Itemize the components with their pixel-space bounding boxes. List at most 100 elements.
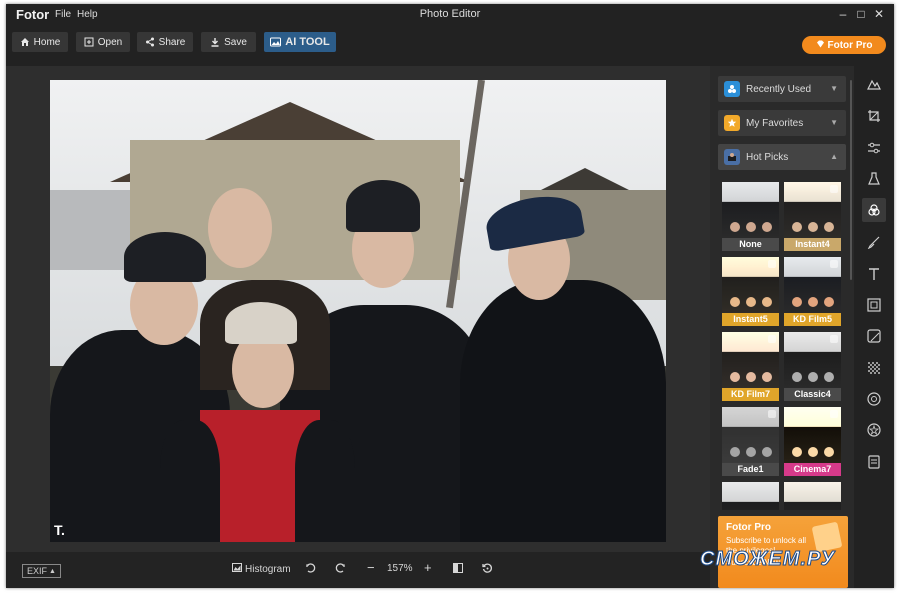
frame-icon[interactable] (862, 293, 886, 317)
filter-label: Classic4 (784, 388, 841, 401)
favorite-icon[interactable] (768, 410, 776, 418)
compare-icon (453, 563, 463, 576)
favorite-icon[interactable] (830, 260, 838, 268)
tool-rail (854, 66, 894, 588)
filter-grid: None Instant4 Instant5 KD Film5 KD Film7 (722, 182, 846, 510)
favorite-icon[interactable] (830, 335, 838, 343)
texture-icon[interactable] (862, 356, 886, 380)
badge-icon[interactable] (862, 418, 886, 442)
title-bar: Fotor File Help Photo Editor – □ ✕ (6, 4, 894, 26)
share-icon (145, 37, 155, 47)
histogram-label: Histogram (245, 563, 291, 575)
favorite-icon[interactable] (830, 185, 838, 193)
home-label: Home (33, 36, 61, 48)
sticker-icon[interactable] (862, 324, 886, 348)
ai-tool-button[interactable]: AI TOOL (264, 32, 336, 52)
filter-label: None (722, 238, 779, 251)
open-button[interactable]: Open (76, 32, 130, 52)
redo-icon (334, 563, 345, 577)
histogram-icon (232, 563, 242, 575)
filter-thumb[interactable]: None (722, 182, 779, 251)
beauty-icon[interactable] (862, 167, 886, 191)
favorite-icon[interactable] (768, 335, 776, 343)
reset-icon (482, 563, 493, 577)
ai-tool-label: AI TOOL (285, 36, 330, 48)
redo-button[interactable] (334, 563, 345, 577)
chevron-down-icon: ▼ (830, 118, 838, 127)
zoom-in-button[interactable]: + (424, 560, 432, 575)
filter-thumb[interactable]: Classic4 (784, 332, 841, 401)
site-watermark: СМОЖЕМ.РУ (699, 548, 836, 571)
filter-thumb[interactable] (784, 482, 841, 510)
save-button[interactable]: Save (201, 32, 256, 52)
filter-label: Cinema7 (784, 463, 841, 476)
section-label: Hot Picks (746, 151, 789, 163)
zoom-out-button[interactable]: − (367, 560, 375, 575)
section-label: My Favorites (746, 117, 804, 129)
histogram-button[interactable]: Histogram (232, 563, 291, 575)
favorite-icon[interactable] (768, 260, 776, 268)
save-label: Save (224, 36, 247, 48)
home-button[interactable]: Home (12, 32, 68, 52)
photo-watermark: T. (54, 522, 65, 538)
undo-icon (306, 563, 317, 577)
fotor-pro-button[interactable]: Fotor Pro (802, 36, 886, 54)
exif-button[interactable]: EXIF ▲ (22, 564, 61, 578)
recent-icon (724, 81, 740, 97)
download-icon (210, 37, 220, 47)
filter-thumb[interactable] (722, 482, 779, 510)
minimize-button[interactable]: – (836, 7, 850, 21)
effects-panel: Recently Used ▼ My Favorites ▼ Hot Picks… (710, 66, 854, 588)
effects-icon[interactable] (862, 198, 886, 222)
template-icon[interactable] (862, 450, 886, 474)
filter-thumb[interactable]: Instant5 (722, 257, 779, 326)
crop-icon[interactable] (862, 104, 886, 128)
share-label: Share (158, 36, 186, 48)
filter-thumb[interactable]: KD Film7 (722, 332, 779, 401)
close-button[interactable]: ✕ (872, 7, 886, 21)
reset-button[interactable] (482, 563, 493, 577)
star-icon (724, 115, 740, 131)
zoom-level: 157% (387, 563, 413, 574)
share-button[interactable]: Share (137, 32, 193, 52)
compare-button[interactable] (453, 563, 463, 576)
filter-thumb[interactable]: KD Film5 (784, 257, 841, 326)
exif-label: EXIF (27, 566, 48, 576)
section-recently-used[interactable]: Recently Used ▼ (718, 76, 846, 102)
open-icon (84, 37, 94, 47)
diamond-icon (816, 40, 825, 51)
section-hot-picks[interactable]: Hot Picks ▲ (718, 144, 846, 170)
fotor-pro-label: Fotor Pro (827, 39, 873, 51)
section-my-favorites[interactable]: My Favorites ▼ (718, 110, 846, 136)
filter-thumb[interactable]: Fade1 (722, 407, 779, 476)
adjust-icon[interactable] (862, 136, 886, 160)
scene-icon[interactable] (862, 72, 886, 96)
home-icon (20, 37, 30, 47)
favorite-icon[interactable] (830, 410, 838, 418)
undo-button[interactable] (306, 563, 317, 577)
filter-label: Instant4 (784, 238, 841, 251)
filter-label: KD Film5 (784, 313, 841, 326)
filter-thumb[interactable]: Instant4 (784, 182, 841, 251)
text-icon[interactable] (862, 262, 886, 286)
chevron-up-icon: ▲ (830, 152, 838, 161)
toolbar: Home Open Share Save AI TOOL Fotor Pro (6, 26, 894, 66)
photo-preview[interactable]: T. (50, 80, 666, 542)
window-title: Photo Editor (419, 8, 481, 20)
filter-label: Instant5 (722, 313, 779, 326)
panel-scrollbar[interactable] (850, 80, 852, 280)
image-icon (270, 37, 282, 47)
brush-icon[interactable] (862, 230, 886, 254)
app-window: Fotor File Help Photo Editor – □ ✕ Home … (6, 4, 894, 588)
caret-up-icon: ▲ (49, 567, 56, 575)
filter-label: Fade1 (722, 463, 779, 476)
canvas-area: T. (6, 66, 710, 552)
mosaic-icon[interactable] (862, 387, 886, 411)
hot-picks-icon (724, 149, 740, 165)
chevron-down-icon: ▼ (830, 84, 838, 93)
maximize-button[interactable]: □ (854, 7, 868, 21)
filter-thumb[interactable]: Cinema7 (784, 407, 841, 476)
section-label: Recently Used (746, 83, 812, 95)
open-label: Open (97, 36, 123, 48)
bottom-bar: EXIF ▲ Histogram − 157% + (6, 552, 710, 588)
